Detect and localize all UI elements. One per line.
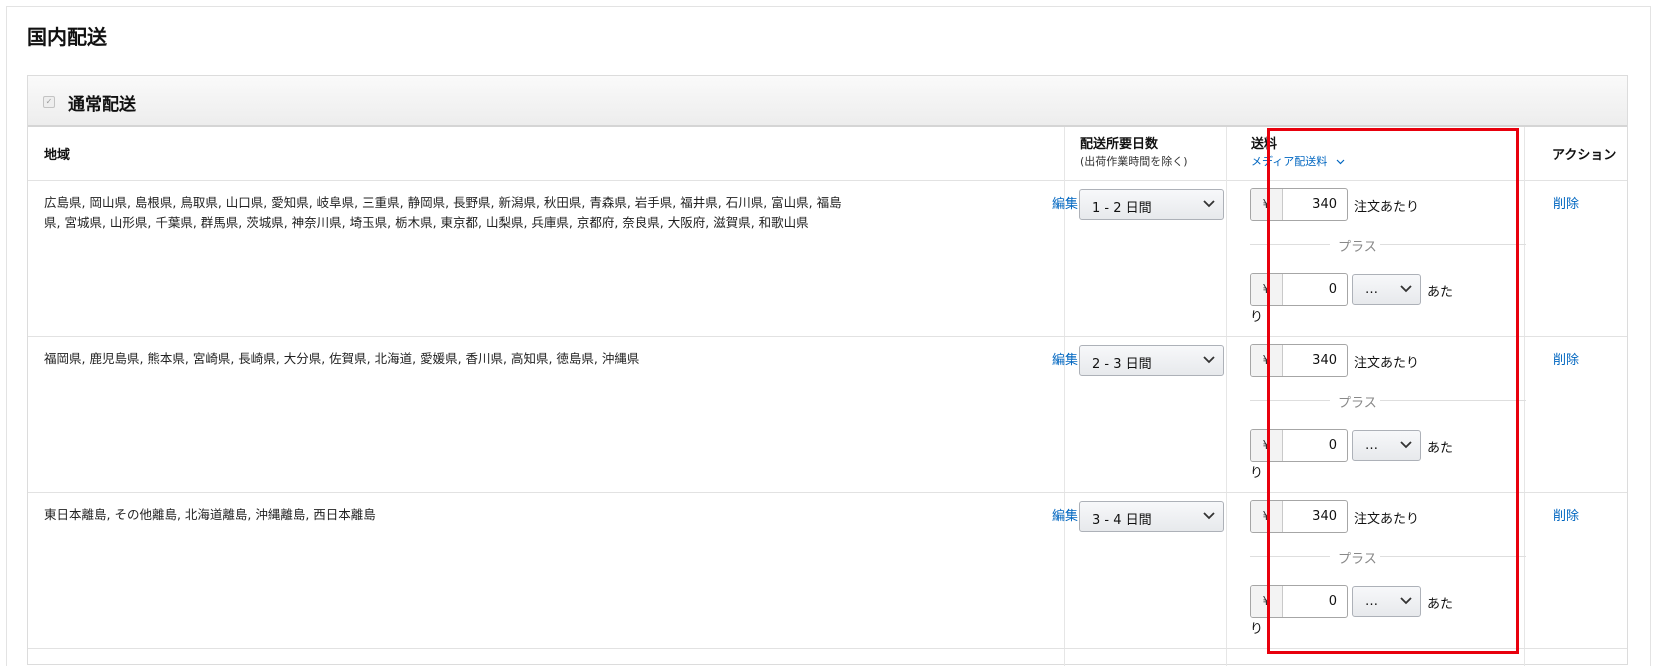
fee-value: 340 [1312, 509, 1337, 524]
unit-select-value: … [1365, 594, 1378, 609]
chevron-down-icon [1400, 285, 1412, 293]
table-row: 広島県, 岡山県, 島根県, 鳥取県, 山口県, 愛知県, 岐阜県, 三重県, … [28, 181, 1627, 337]
divider [1250, 556, 1330, 557]
per-order-label: 注文あたり [1354, 356, 1420, 371]
currency-label: ¥ [1251, 430, 1283, 461]
edit-link[interactable]: 編集 [1052, 505, 1078, 524]
currency-label: ¥ [1251, 345, 1283, 376]
fee-mode-dropdown[interactable]: メディア配送料 [1251, 153, 1345, 169]
fee-value: 340 [1312, 353, 1337, 368]
edit-link[interactable]: 編集 [1052, 193, 1078, 212]
plus-label: プラス [1338, 552, 1377, 567]
extra-fee-input[interactable]: ¥ 0 [1250, 429, 1348, 462]
extra-fee-input[interactable]: ¥ 0 [1250, 585, 1348, 618]
divider [1380, 556, 1526, 557]
transit-select[interactable]: 3 - 4 日間 [1079, 501, 1224, 532]
per-unit-label-wrap: り [1250, 466, 1264, 481]
unit-select-value: … [1365, 282, 1378, 297]
region-column-header: 地域 [44, 148, 71, 163]
divider [1380, 244, 1526, 245]
page-title: 国内配送 [27, 25, 107, 49]
divider [1250, 244, 1330, 245]
unit-select[interactable]: … [1352, 430, 1421, 461]
fee-input[interactable]: ¥ 340 [1250, 188, 1348, 221]
unit-select-value: … [1365, 438, 1378, 453]
unit-select[interactable]: … [1352, 586, 1421, 617]
currency-label: ¥ [1251, 586, 1283, 617]
delete-link[interactable]: 削除 [1553, 505, 1579, 524]
fee-mode-label: メディア配送料 [1251, 155, 1328, 168]
per-unit-label: あた [1427, 441, 1454, 456]
divider [1380, 400, 1526, 401]
per-unit-label: あた [1427, 285, 1454, 300]
extra-fee-input[interactable]: ¥ 0 [1250, 273, 1348, 306]
extra-fee-value: 0 [1328, 438, 1337, 453]
plus-label: プラス [1338, 240, 1377, 255]
divider [1250, 400, 1330, 401]
per-unit-label-wrap: り [1250, 310, 1264, 325]
transit-column-subheader: (出荷作業時間を除く) [1080, 155, 1188, 168]
per-order-label: 注文あたり [1354, 512, 1420, 527]
transit-select-value: 1 - 2 日間 [1092, 201, 1152, 216]
shipping-card: ✓ 通常配送 地域 配送所要日数 (出荷作業時間を除く) 送料 メディア配送料 … [27, 75, 1628, 666]
currency-label: ¥ [1251, 274, 1283, 305]
chevron-down-icon [1203, 200, 1215, 208]
delete-link[interactable]: 削除 [1553, 349, 1579, 368]
fee-value: 340 [1312, 197, 1337, 212]
table-row: 東日本離島, その他離島, 北海道離島, 沖縄離島, 西日本離島 編集 3 - … [28, 493, 1627, 649]
table-row: 福岡県, 鹿児島県, 熊本県, 宮崎県, 長崎県, 大分県, 佐賀県, 北海道,… [28, 337, 1627, 493]
extra-fee-value: 0 [1328, 282, 1337, 297]
section-title: 通常配送 [68, 95, 136, 115]
delete-link[interactable]: 削除 [1553, 193, 1579, 212]
table-header: 地域 配送所要日数 (出荷作業時間を除く) 送料 メディア配送料 アクション [28, 127, 1627, 181]
section-checkbox[interactable]: ✓ [43, 96, 55, 108]
per-unit-label: あた [1427, 597, 1454, 612]
region-list: 広島県, 岡山県, 島根県, 鳥取県, 山口県, 愛知県, 岐阜県, 三重県, … [44, 195, 842, 230]
currency-label: ¥ [1251, 189, 1283, 220]
transit-select-value: 2 - 3 日間 [1092, 357, 1152, 372]
action-column-header: アクション [1552, 148, 1617, 163]
chevron-down-icon [1203, 512, 1215, 520]
per-unit-label-wrap: り [1250, 622, 1264, 637]
fee-column-header: 送料 [1251, 137, 1278, 152]
chevron-down-icon [1203, 356, 1215, 364]
chevron-down-icon [1336, 159, 1345, 165]
edit-link[interactable]: 編集 [1052, 349, 1078, 368]
region-list: 東日本離島, その他離島, 北海道離島, 沖縄離島, 西日本離島 [44, 507, 376, 522]
unit-select[interactable]: … [1352, 274, 1421, 305]
per-order-label: 注文あたり [1354, 200, 1420, 215]
region-list: 福岡県, 鹿児島県, 熊本県, 宮崎県, 長崎県, 大分県, 佐賀県, 北海道,… [44, 351, 640, 366]
chevron-down-icon [1400, 441, 1412, 449]
plus-label: プラス [1338, 396, 1377, 411]
extra-fee-value: 0 [1328, 594, 1337, 609]
transit-select-value: 3 - 4 日間 [1092, 513, 1152, 528]
currency-label: ¥ [1251, 501, 1283, 532]
fee-input[interactable]: ¥ 340 [1250, 344, 1348, 377]
card-header: ✓ 通常配送 [28, 76, 1627, 127]
transit-column-header: 配送所要日数 [1080, 137, 1159, 152]
transit-select[interactable]: 2 - 3 日間 [1079, 345, 1224, 376]
chevron-down-icon [1400, 597, 1412, 605]
fee-input[interactable]: ¥ 340 [1250, 500, 1348, 533]
transit-select[interactable]: 1 - 2 日間 [1079, 189, 1224, 220]
